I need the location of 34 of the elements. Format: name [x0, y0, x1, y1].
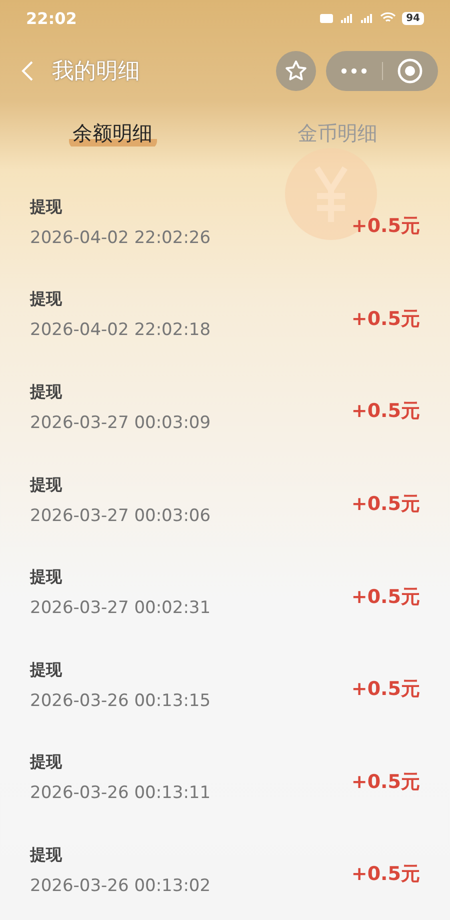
- record-time: 2026-03-26 00:13:11: [30, 783, 212, 804]
- record-time: 2026-04-02 22:02:26: [30, 228, 212, 248]
- record-title: 提现: [30, 382, 63, 403]
- record-time: 2026-03-27 00:03:09: [30, 412, 212, 433]
- record-time: 2026-03-26 00:13:02: [30, 876, 212, 896]
- target-icon: [397, 58, 424, 84]
- record-amount: +0.5元: [351, 862, 420, 888]
- record-time: 2026-04-02 22:02:18: [30, 320, 212, 340]
- record-amount: +0.5元: [351, 492, 420, 518]
- record-amount: +0.5元: [351, 306, 420, 332]
- record-amount: +0.5元: [351, 677, 420, 702]
- record-title: 提现: [30, 474, 63, 496]
- record-time: 2026-03-26 00:13:15: [30, 690, 212, 711]
- record-title: 提现: [30, 567, 63, 588]
- signal-icon: [360, 12, 374, 24]
- battery-level: 94: [402, 12, 424, 24]
- record-title: 提现: [30, 844, 63, 866]
- more-icon: [340, 68, 367, 74]
- record-title: 提现: [30, 752, 63, 774]
- record-title: 提现: [30, 289, 63, 310]
- signal-icon: [340, 12, 354, 24]
- record-amount: +0.5元: [351, 214, 420, 240]
- wifi-icon: [380, 12, 396, 24]
- record-title: 提现: [30, 196, 63, 218]
- favorite-button[interactable]: [276, 51, 316, 91]
- record-title: 提现: [30, 660, 63, 681]
- record-time: 2026-03-27 00:03:06: [30, 506, 212, 526]
- record-time: 2026-03-27 00:02:31: [30, 598, 212, 618]
- status-time: 22:02: [26, 8, 77, 28]
- record-amount: +0.5元: [351, 399, 420, 424]
- record-amount: +0.5元: [351, 584, 420, 610]
- page-title: 我的明细: [52, 58, 141, 86]
- star-icon: [284, 59, 308, 83]
- record-amount: +0.5元: [351, 770, 420, 795]
